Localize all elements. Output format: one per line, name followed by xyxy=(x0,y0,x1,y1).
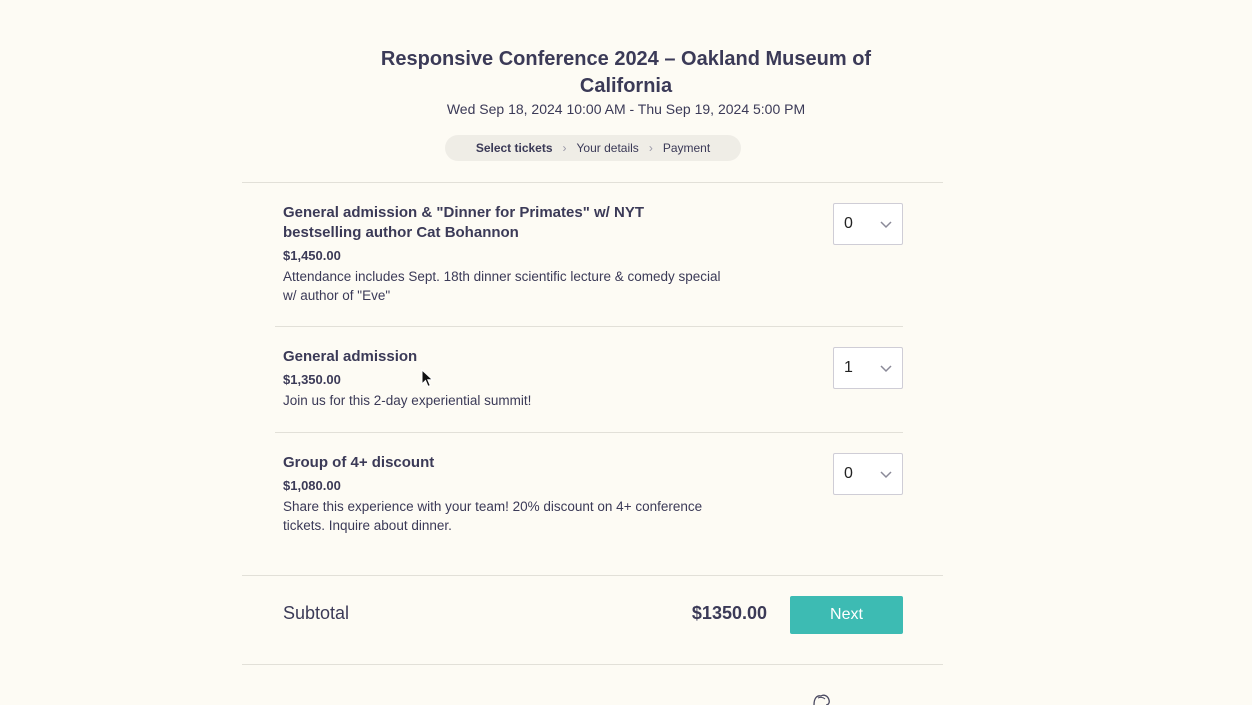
event-header: Responsive Conference 2024 – Oakland Mus… xyxy=(0,46,1252,100)
step-your-details: Your details xyxy=(576,141,639,155)
divider xyxy=(275,326,903,327)
quantity-select[interactable]: 1 xyxy=(833,347,903,389)
subtotal-label: Subtotal xyxy=(283,603,350,623)
checkout-steps-breadcrumb: Select tickets › Your details › Payment xyxy=(445,135,741,161)
quantity-value: 1 xyxy=(844,359,853,376)
event-date: Wed Sep 18, 2024 10:00 AM - Thu Sep 19, … xyxy=(446,101,806,117)
quantity-value: 0 xyxy=(844,215,853,232)
chevron-down-icon xyxy=(880,471,892,479)
divider xyxy=(275,432,903,433)
ticket-price: $1,450.00 xyxy=(283,248,341,263)
ticket-price: $1,350.00 xyxy=(283,372,341,387)
subtotal-value: $1350.00 xyxy=(691,603,767,623)
ticket-item: Group of 4+ discount $1,080.00 Share thi… xyxy=(283,453,903,535)
checkout-page: Responsive Conference 2024 – Oakland Mus… xyxy=(0,0,1252,705)
ticket-name: General admission xyxy=(283,348,418,365)
quantity-select[interactable]: 0 xyxy=(833,453,903,495)
ticket-description: Join us for this 2-day experiential summ… xyxy=(283,393,532,408)
chevron-down-icon xyxy=(880,221,892,229)
ticket-price: $1,080.00 xyxy=(283,478,341,493)
quantity-value: 0 xyxy=(844,465,853,482)
mouse-pointer-icon xyxy=(421,369,434,388)
footer-logo xyxy=(813,694,830,705)
divider xyxy=(242,664,943,665)
ticket-description: Attendance includes Sept. 18th dinner sc… xyxy=(283,269,721,303)
event-title: Responsive Conference 2024 – Oakland Mus… xyxy=(380,48,872,97)
step-select-tickets: Select tickets xyxy=(475,141,553,155)
step-payment: Payment xyxy=(662,141,711,155)
ticket-name: General admission & "Dinner for Primates… xyxy=(283,204,644,241)
next-button[interactable]: Next xyxy=(790,596,903,634)
ticket-description: Share this experience with your team! 20… xyxy=(283,499,703,533)
chevron-right-icon: › xyxy=(562,141,567,155)
chevron-down-icon xyxy=(880,365,892,373)
quantity-select[interactable]: 0 xyxy=(833,203,903,245)
ticket-item: General admission $1,350.00 Join us for … xyxy=(283,347,903,410)
divider xyxy=(242,182,943,183)
divider xyxy=(242,575,943,576)
ticket-name: Group of 4+ discount xyxy=(283,454,435,471)
chevron-right-icon: › xyxy=(648,141,653,155)
ticket-item: General admission & "Dinner for Primates… xyxy=(283,203,903,305)
